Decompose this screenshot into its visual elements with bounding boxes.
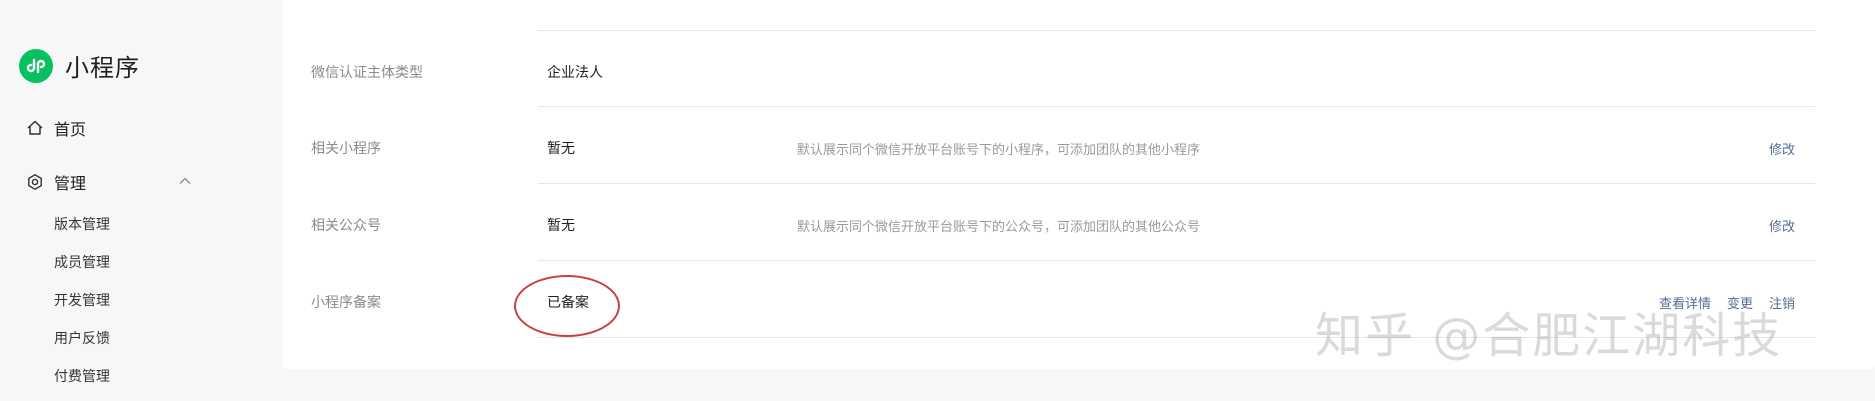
row-description: 默认展示同个微信开放平台账号下的小程序，可添加团队的其他小程序 — [797, 143, 1201, 158]
row-label: 相关公众号 — [311, 218, 381, 234]
row-description: 默认展示同个微信开放平台账号下的公众号，可添加团队的其他公众号 — [797, 220, 1201, 235]
annotation-circle — [514, 275, 620, 337]
sidebar-item-payment[interactable]: 付费管理 — [54, 366, 110, 386]
sidebar-item-version[interactable]: 版本管理 — [54, 214, 110, 234]
watermark: 知乎 @合肥江湖科技 — [1315, 308, 1783, 364]
nav-home[interactable]: 首页 — [26, 116, 86, 140]
divider — [538, 106, 1815, 107]
nav-manage[interactable]: 管理 — [26, 170, 194, 194]
nav-home-label: 首页 — [54, 120, 87, 139]
home-icon — [26, 119, 44, 137]
modify-link[interactable]: 修改 — [1769, 139, 1795, 158]
row-value: 企业法人 — [547, 65, 603, 81]
chevron-up-icon[interactable] — [178, 173, 192, 187]
divider — [538, 183, 1815, 184]
brand-title: 小程序 — [65, 54, 140, 82]
row-value: 暂无 — [547, 218, 575, 234]
nav-manage-label: 管理 — [54, 174, 87, 193]
sidebar-item-feedback[interactable]: 用户反馈 — [54, 328, 110, 348]
row-label: 小程序备案 — [311, 295, 381, 311]
gear-icon — [26, 173, 44, 191]
sidebar-item-development[interactable]: 开发管理 — [54, 290, 110, 310]
brand[interactable]: 小程序 — [19, 48, 140, 83]
sidebar: 小程序 首页 管理 版本管理 成员管理 开发管理 用户反馈 付费管理 — [0, 0, 260, 401]
modify-link[interactable]: 修改 — [1769, 216, 1795, 235]
miniprogram-logo-icon — [19, 48, 53, 83]
row-label: 微信认证主体类型 — [311, 65, 423, 81]
divider — [538, 260, 1815, 261]
sidebar-item-members[interactable]: 成员管理 — [54, 252, 110, 272]
row-verification-type: 微信认证主体类型 企业法人 — [283, 31, 1815, 107]
row-value: 暂无 — [547, 141, 575, 157]
row-related-official-accounts: 相关公众号 暂无 默认展示同个微信开放平台账号下的公众号，可添加团队的其他公众号… — [283, 185, 1815, 261]
row-label: 相关小程序 — [311, 141, 381, 157]
row-related-miniprograms: 相关小程序 暂无 默认展示同个微信开放平台账号下的小程序，可添加团队的其他小程序… — [283, 108, 1815, 184]
